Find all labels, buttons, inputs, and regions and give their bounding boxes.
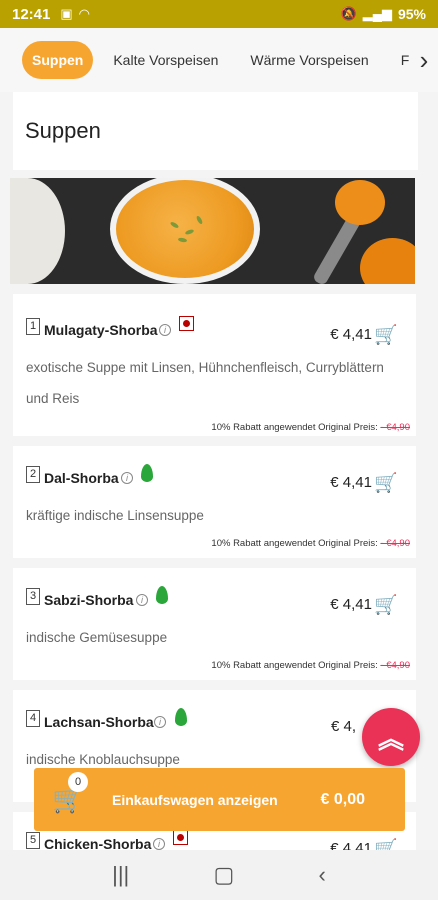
status-bar: 12:41 ▣ ◠ 🔕 ▂▄▆ 95% bbox=[0, 0, 438, 28]
info-icon[interactable]: i bbox=[159, 324, 171, 336]
chevron-right-icon[interactable]: › bbox=[410, 40, 438, 80]
discount-note: 10% Rabatt angewendet Original Preis: - … bbox=[211, 660, 410, 671]
add-to-cart-icon[interactable]: 🛒 bbox=[374, 323, 398, 347]
signal-icon: ▂▄▆ bbox=[362, 6, 392, 21]
item-number: 2 bbox=[26, 466, 40, 483]
item-name: Mulagaty-Shorba bbox=[44, 322, 158, 338]
add-to-cart-icon[interactable]: 🛒 bbox=[374, 471, 398, 495]
item-number: 3 bbox=[26, 588, 40, 605]
item-name: Dal-Shorba bbox=[44, 470, 119, 486]
cart-count-badge: 0 bbox=[68, 772, 88, 792]
info-icon[interactable]: i bbox=[136, 594, 148, 606]
item-price: € 4,41 bbox=[330, 474, 372, 491]
vegetarian-leaf-icon bbox=[156, 586, 168, 604]
status-time: 12:41 bbox=[12, 5, 51, 23]
item-number: 4 bbox=[26, 710, 40, 727]
home-icon[interactable]: ▢ bbox=[214, 862, 235, 888]
mute-icon: 🔕 bbox=[340, 6, 357, 21]
cart-label: Einkaufswagen anzeigen bbox=[112, 791, 278, 808]
item-description: kräftige indische Linsensuppe bbox=[26, 508, 204, 523]
back-icon[interactable]: ‹ bbox=[319, 862, 326, 888]
double-chevron-up-icon: ︽ bbox=[377, 723, 404, 754]
wifi-icon: ◠ bbox=[78, 6, 91, 21]
recent-apps-icon[interactable]: ||| bbox=[112, 862, 129, 888]
spicy-icon bbox=[173, 830, 188, 845]
shopping-cart-icon: 🛒 0 bbox=[52, 772, 88, 815]
discount-note: 10% Rabatt angewendet Original Preis: - … bbox=[211, 538, 410, 549]
menu-content: Suppen 1 Mulagaty-Shorba i € 4,41 🛒 exot… bbox=[10, 92, 418, 872]
vegetarian-leaf-icon bbox=[175, 708, 187, 726]
view-cart-button[interactable]: 🛒 0 Einkaufswagen anzeigen € 0,00 bbox=[34, 768, 405, 831]
scroll-to-top-button[interactable]: ︽ bbox=[362, 708, 420, 766]
vegetarian-leaf-icon bbox=[141, 464, 153, 482]
info-icon[interactable]: i bbox=[153, 838, 165, 850]
tab-kalte-vorspeisen[interactable]: Kalte Vorspeisen bbox=[113, 52, 218, 68]
item-price: € 4,41 bbox=[330, 326, 372, 343]
tab-suppen[interactable]: Suppen bbox=[22, 41, 94, 79]
item-price: € 4, bbox=[330, 718, 356, 735]
cart-total: € 0,00 bbox=[320, 790, 365, 808]
tab-waerme-vorspeisen[interactable]: Wärme Vorspeisen bbox=[250, 52, 368, 68]
category-tabs: Suppen Kalte Vorspeisen Wärme Vorspeisen… bbox=[0, 28, 438, 92]
status-right: 🔕 ▂▄▆ 95% bbox=[341, 6, 426, 22]
add-to-cart-icon[interactable]: 🛒 bbox=[374, 593, 398, 617]
notification-icons: ▣ ◠ bbox=[60, 6, 90, 22]
system-navigation-bar: ||| ▢ ‹ bbox=[0, 850, 438, 900]
menu-item-card[interactable]: 3 Sabzi-Shorba i € 4,41 🛒 indische Gemüs… bbox=[13, 568, 416, 680]
item-name: Lachsan-Shorba bbox=[44, 714, 154, 730]
menu-item-card[interactable]: 2 Dal-Shorba i € 4,41 🛒 kräftige indisch… bbox=[13, 446, 416, 558]
item-number: 5 bbox=[26, 832, 40, 849]
item-description: exotische Suppe mit Linsen, Hühnchenflei… bbox=[26, 360, 384, 406]
image-icon: ▣ bbox=[60, 6, 73, 21]
discount-note: 10% Rabatt angewendet Original Preis: - … bbox=[211, 422, 410, 433]
item-number: 1 bbox=[26, 318, 40, 335]
item-description: indische Gemüsesuppe bbox=[26, 630, 168, 645]
item-name: Sabzi-Shorba bbox=[44, 592, 134, 608]
item-price: € 4,41 bbox=[330, 596, 372, 613]
battery-level: 95% bbox=[397, 6, 426, 22]
section-title: Suppen bbox=[13, 92, 418, 170]
info-icon[interactable]: i bbox=[154, 716, 166, 728]
menu-item-card[interactable]: 1 Mulagaty-Shorba i € 4,41 🛒 exotische S… bbox=[13, 294, 416, 436]
spicy-icon bbox=[179, 316, 194, 331]
soup-banner-image bbox=[10, 178, 415, 284]
info-icon[interactable]: i bbox=[121, 472, 133, 484]
